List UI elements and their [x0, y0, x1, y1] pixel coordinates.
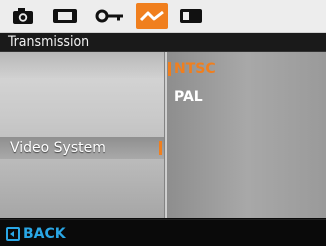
- movie-icon: [52, 8, 78, 24]
- options-list: NTSC PAL: [168, 52, 326, 218]
- option-pal[interactable]: PAL: [168, 86, 326, 108]
- selection-indicator: [159, 141, 162, 155]
- camera-settings-screen: Transmission Video System NTSC PAL BACK: [0, 0, 326, 246]
- title-bar: Transmission: [0, 33, 326, 52]
- panel-shade: [0, 52, 164, 78]
- tab-camera[interactable]: [8, 4, 38, 28]
- back-arrow-icon: [6, 227, 20, 241]
- playback-key-icon: [95, 9, 125, 23]
- tab-bar: [0, 0, 326, 33]
- option-label: PAL: [174, 89, 203, 105]
- back-label: BACK: [23, 226, 66, 242]
- camera-icon: [12, 7, 34, 25]
- setup-wave-icon: [139, 9, 165, 23]
- menu-item-label: Video System: [10, 140, 106, 156]
- settings-list: Video System: [0, 52, 164, 218]
- back-button[interactable]: BACK: [6, 225, 66, 243]
- option-ntsc[interactable]: NTSC: [168, 58, 326, 80]
- menu-item-video-system[interactable]: Video System: [0, 137, 164, 159]
- page-title: Transmission: [8, 34, 90, 50]
- bottom-bar: BACK: [0, 219, 326, 246]
- tab-setup[interactable]: [136, 3, 168, 29]
- option-label: NTSC: [174, 61, 216, 77]
- tab-movie[interactable]: [48, 4, 82, 28]
- tab-playback[interactable]: [92, 4, 128, 28]
- card-icon: [179, 8, 203, 24]
- selection-indicator: [168, 62, 171, 76]
- tab-card[interactable]: [176, 4, 206, 28]
